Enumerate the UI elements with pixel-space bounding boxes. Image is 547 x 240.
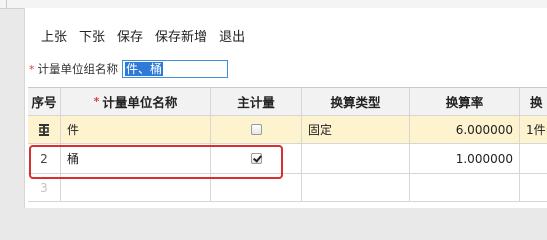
header-unit-name: * 计量单位名称 — [61, 88, 211, 116]
conv-rate-cell[interactable] — [410, 174, 520, 202]
extra-cell[interactable] — [520, 174, 547, 202]
conv-type-cell[interactable]: 固定 — [302, 116, 410, 144]
table-row[interactable]: 2 桶 1.000000 — [28, 144, 547, 174]
main-unit-checkbox[interactable] — [250, 153, 262, 164]
next-record-button[interactable]: 下张 — [79, 28, 111, 48]
header-more: 换 — [520, 88, 547, 116]
table-row[interactable]: 3 — [28, 174, 547, 202]
exit-button[interactable]: 退出 — [219, 28, 251, 48]
extra-cell[interactable]: 1件= — [520, 116, 547, 144]
save-and-new-button[interactable]: 保存新增 — [155, 28, 213, 48]
row-seq[interactable]: 2 — [28, 144, 61, 174]
frame-divider — [6, 0, 7, 8]
unit-group-name-row: * 计量单位组名称 件、桶 — [29, 58, 228, 80]
unit-name-cell[interactable] — [61, 174, 211, 202]
grid-header-row: 序号 * 计量单位名称 主计量 换算类型 换算率 换 — [28, 88, 547, 116]
unit-group-name-label: 计量单位组名称 — [37, 62, 119, 76]
prev-record-button[interactable]: 上张 — [41, 28, 73, 48]
unit-name-cell[interactable]: 件 — [61, 116, 211, 144]
main-unit-cell[interactable] — [211, 116, 302, 144]
main-unit-cell[interactable] — [211, 144, 302, 174]
unit-grid: 序号 * 计量单位名称 主计量 换算类型 换算率 换 件 固定 6.000000… — [28, 87, 547, 209]
header-unit-name-label: 计量单位名称 — [102, 95, 178, 110]
required-mark: * — [29, 62, 35, 76]
save-button[interactable]: 保存 — [117, 28, 149, 48]
conv-type-cell[interactable] — [302, 144, 410, 174]
row-seq[interactable] — [28, 116, 61, 144]
required-mark: * — [93, 95, 100, 108]
conv-rate-cell[interactable]: 1.000000 — [410, 144, 520, 174]
main-unit-cell[interactable] — [211, 174, 302, 202]
unit-group-name-value: 件、桶 — [125, 62, 164, 76]
header-main-unit: 主计量 — [211, 88, 302, 116]
extra-cell[interactable] — [520, 144, 547, 174]
table-row[interactable]: 件 固定 6.000000 1件= — [28, 116, 547, 144]
unit-name-cell[interactable]: 桶 — [61, 144, 211, 174]
row-seq[interactable]: 3 — [28, 174, 61, 202]
conv-rate-cell[interactable]: 6.000000 — [410, 116, 520, 144]
header-conv-rate: 换算率 — [410, 88, 520, 116]
conv-type-cell[interactable] — [302, 174, 410, 202]
main-unit-checkbox[interactable] — [250, 124, 262, 135]
toolbar: 上张 下张 保存 保存新增 退出 — [41, 28, 257, 48]
edit-row-icon — [39, 123, 49, 136]
header-seq: 序号 — [28, 88, 61, 116]
header-conv-type: 换算类型 — [302, 88, 410, 116]
unit-group-name-input[interactable]: 件、桶 — [122, 60, 228, 78]
